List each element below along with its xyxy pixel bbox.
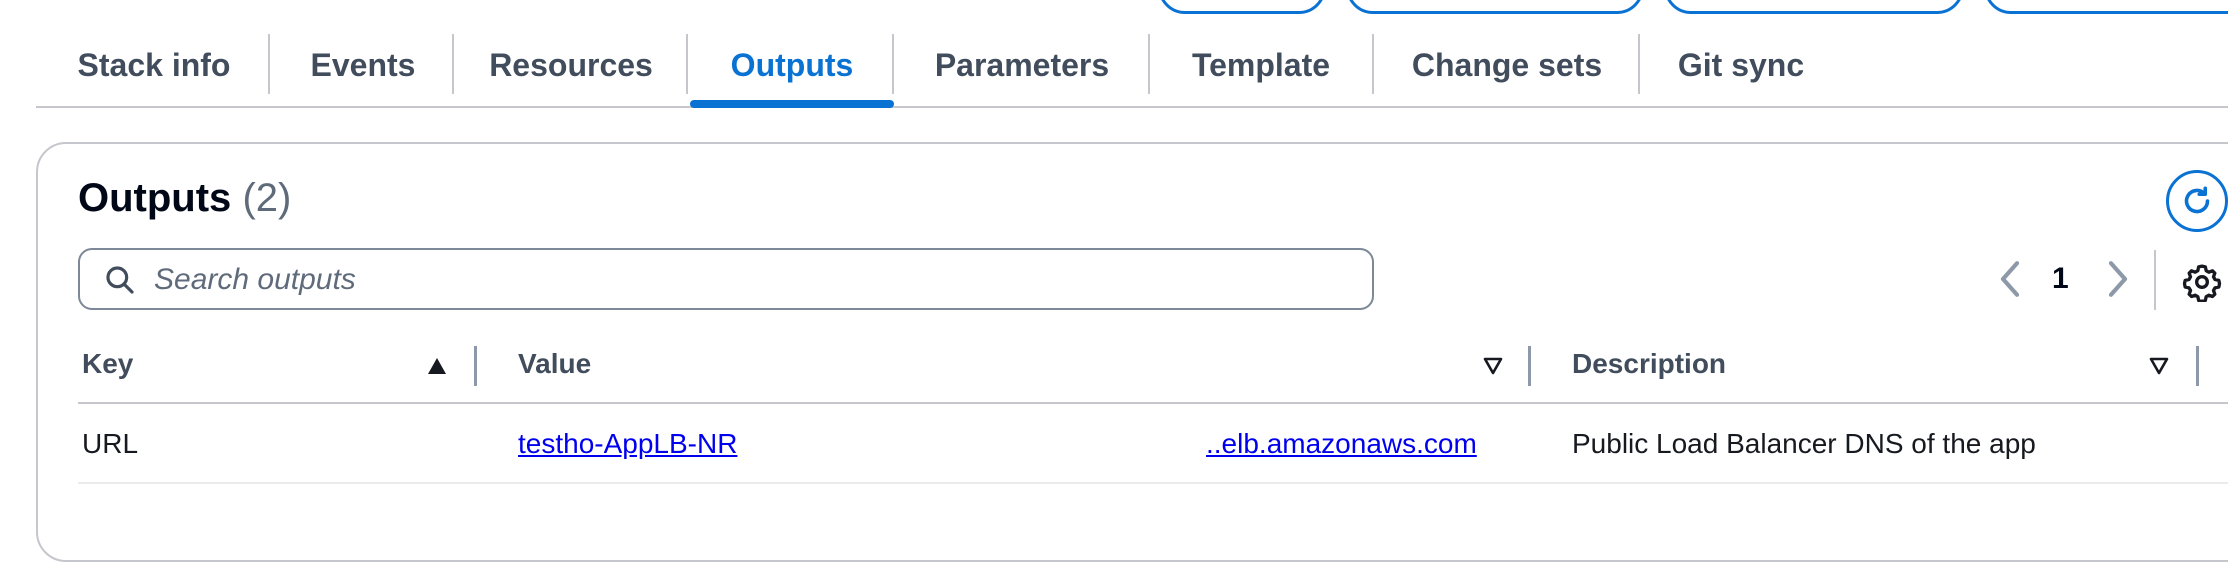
refresh-button[interactable] (2166, 170, 2228, 232)
tab-divider (686, 34, 688, 94)
tab-events[interactable]: Events (311, 22, 416, 108)
tab-template[interactable]: Template (1190, 22, 1332, 108)
column-resizer[interactable] (1528, 346, 1531, 386)
tab-change-sets[interactable]: Change sets (1412, 22, 1602, 108)
tab-divider (1148, 34, 1150, 94)
tab-git-sync[interactable]: Git sync (1678, 22, 1804, 108)
sort-descending-icon[interactable] (2148, 356, 2170, 376)
tab-divider (1372, 34, 1374, 94)
tab-stack-info[interactable]: Stack info (78, 22, 231, 108)
outputs-count: (2) (242, 176, 292, 220)
top-action-button-3[interactable] (1664, 0, 1964, 14)
table-header-divider (78, 402, 2228, 404)
settings-icon[interactable] (2182, 262, 2222, 302)
tab-divider (268, 34, 270, 94)
table-row-divider (78, 482, 2228, 484)
column-header-key[interactable]: Key (82, 348, 133, 380)
active-tab-indicator (690, 100, 894, 108)
outputs-container (36, 142, 2228, 562)
tab-divider (452, 34, 454, 94)
sort-ascending-icon[interactable] (426, 356, 448, 376)
tab-resources[interactable]: Resources (489, 22, 653, 108)
column-header-value[interactable]: Value (518, 348, 591, 380)
top-action-button-4[interactable] (1984, 0, 2228, 14)
column-header-description[interactable]: Description (1572, 348, 1726, 380)
output-value-link-end[interactable]: ..elb.amazonaws.com (1206, 428, 1477, 460)
pager-divider (2154, 250, 2156, 310)
search-icon (106, 266, 134, 294)
output-description: Public Load Balancer DNS of the app (1572, 428, 2036, 459)
search-input[interactable] (152, 258, 1356, 302)
outputs-heading: Outputs (2) (78, 176, 291, 221)
sort-descending-icon[interactable] (1482, 356, 1504, 376)
outputs-title: Outputs (78, 176, 232, 220)
tab-divider (1638, 34, 1640, 94)
output-value-link[interactable]: testho-AppLB-NR (518, 428, 737, 460)
tab-outputs[interactable]: Outputs (728, 22, 856, 108)
output-key: URL (82, 428, 139, 459)
refresh-icon (2184, 186, 2210, 214)
chevron-right-icon[interactable] (2104, 258, 2132, 300)
page-number[interactable]: 1 (2052, 262, 2069, 296)
top-action-button-2[interactable] (1346, 0, 1644, 14)
top-action-button-1[interactable] (1158, 0, 1326, 14)
tab-divider (892, 34, 894, 94)
tab-parameters[interactable]: Parameters (935, 22, 1109, 108)
search-field[interactable] (78, 248, 1374, 310)
chevron-left-icon[interactable] (1996, 258, 2024, 300)
column-resizer[interactable] (2196, 346, 2199, 386)
column-resizer[interactable] (474, 346, 477, 386)
tab-bar-divider (36, 106, 2228, 108)
